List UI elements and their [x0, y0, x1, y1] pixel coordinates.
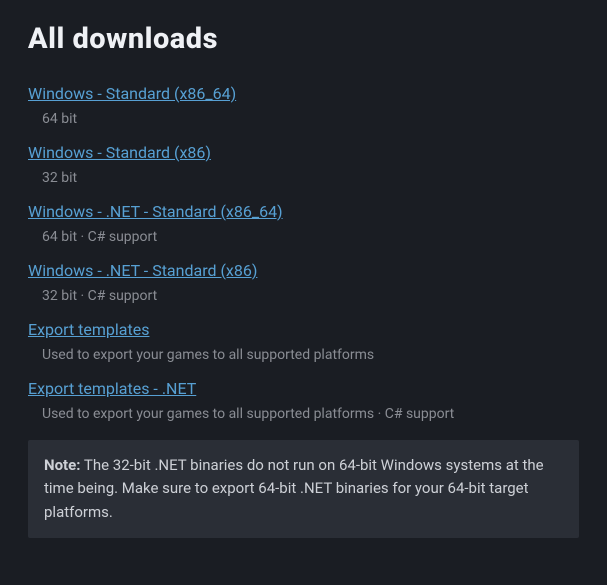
- page-title: All downloads: [28, 22, 579, 56]
- download-link-windows-standard-x86[interactable]: Windows - Standard (x86): [28, 143, 211, 162]
- download-desc: Used to export your games to all support…: [28, 406, 579, 422]
- download-desc: Used to export your games to all support…: [28, 347, 579, 363]
- download-link-export-templates-net[interactable]: Export templates - .NET: [28, 379, 196, 398]
- download-item: Windows - Standard (x86_64) 64 bit: [28, 84, 579, 127]
- download-desc: 64 bit: [28, 111, 579, 127]
- note-label: Note:: [44, 456, 80, 474]
- download-list: Windows - Standard (x86_64) 64 bit Windo…: [28, 84, 579, 422]
- download-item: Windows - .NET - Standard (x86) 32 bit ·…: [28, 261, 579, 304]
- download-desc: 32 bit · C# support: [28, 288, 579, 304]
- download-item: Windows - .NET - Standard (x86_64) 64 bi…: [28, 202, 579, 245]
- download-desc: 64 bit · C# support: [28, 229, 579, 245]
- note-body: The 32-bit .NET binaries do not run on 6…: [44, 456, 544, 521]
- download-link-export-templates[interactable]: Export templates: [28, 320, 149, 339]
- download-item: Export templates Used to export your gam…: [28, 320, 579, 363]
- note-box: Note: The 32-bit .NET binaries do not ru…: [28, 440, 579, 538]
- download-link-windows-net-standard-x86[interactable]: Windows - .NET - Standard (x86): [28, 261, 257, 280]
- download-item: Export templates - .NET Used to export y…: [28, 379, 579, 422]
- download-link-windows-net-standard-x64[interactable]: Windows - .NET - Standard (x86_64): [28, 202, 283, 221]
- note-text: Note: The 32-bit .NET binaries do not ru…: [44, 454, 563, 524]
- download-link-windows-standard-x64[interactable]: Windows - Standard (x86_64): [28, 84, 236, 103]
- download-desc: 32 bit: [28, 170, 579, 186]
- download-item: Windows - Standard (x86) 32 bit: [28, 143, 579, 186]
